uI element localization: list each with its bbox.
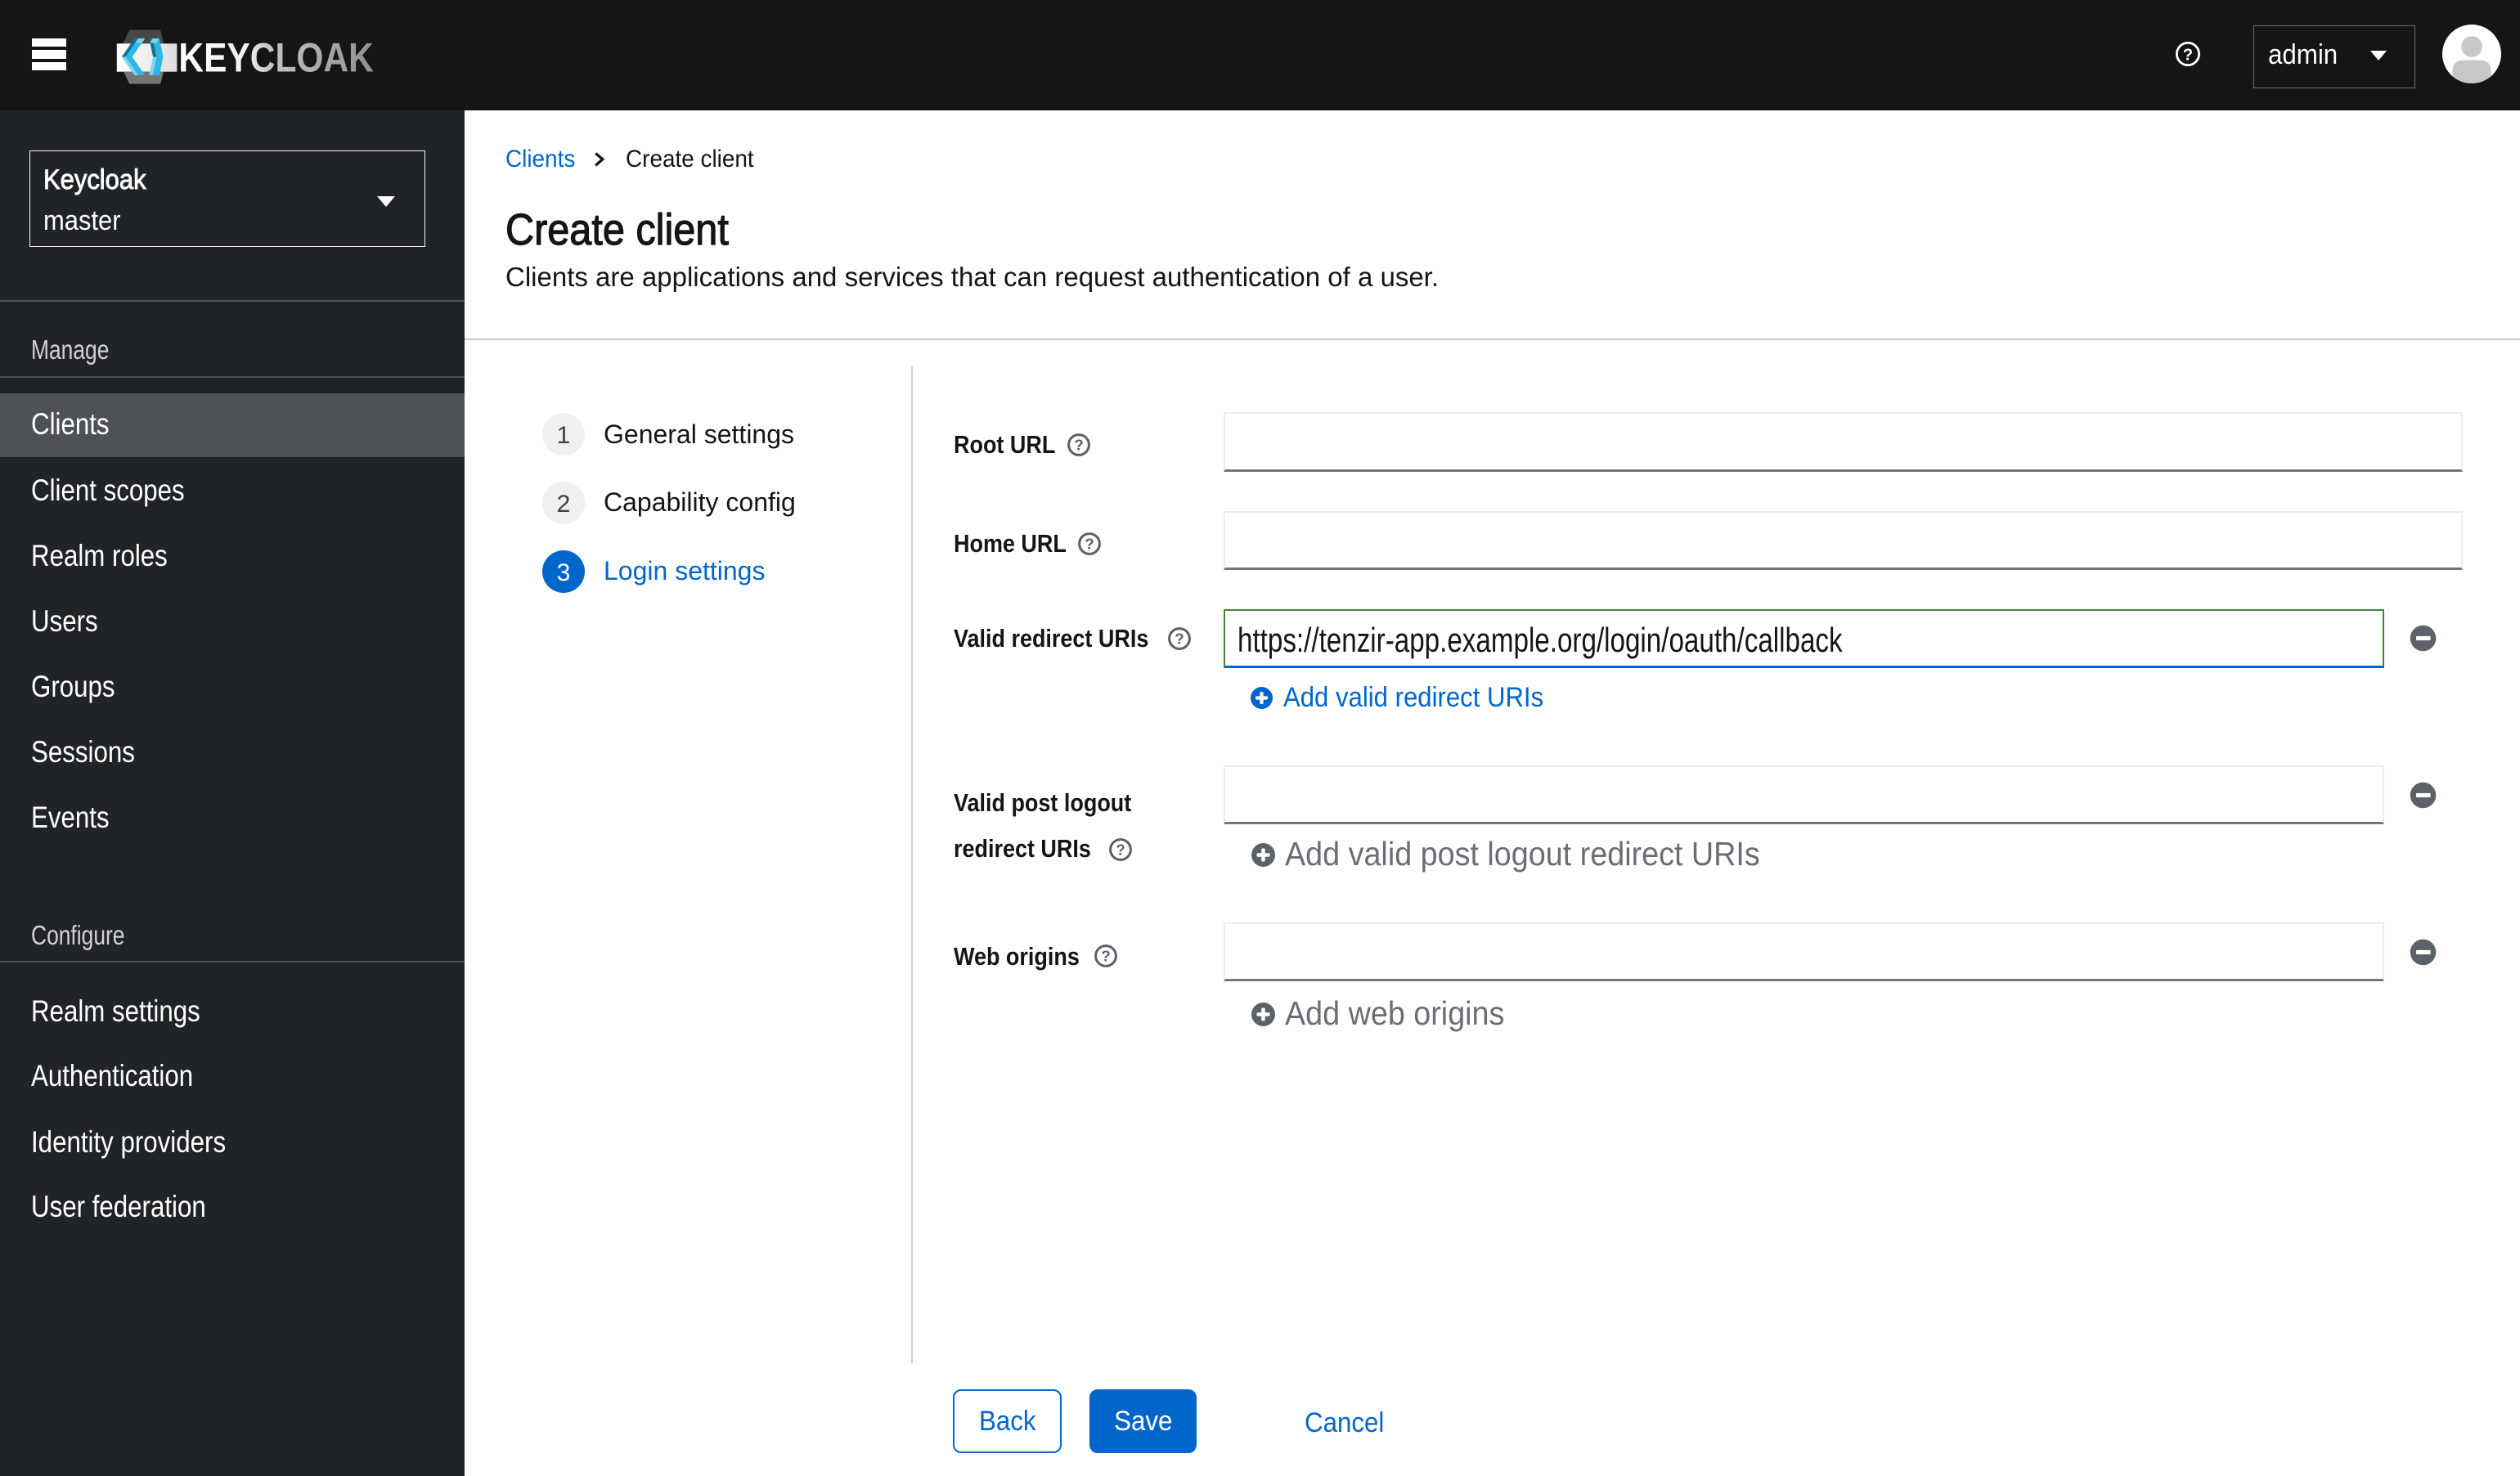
svg-text:?: ? — [1116, 841, 1125, 859]
svg-text:?: ? — [1074, 437, 1083, 454]
svg-text:KEYCLOAK: KEYCLOAK — [178, 34, 374, 80]
svg-text:?: ? — [1101, 948, 1110, 965]
svg-text:?: ? — [2183, 46, 2193, 64]
svg-text:?: ? — [1085, 535, 1094, 552]
svg-text:?: ? — [1175, 630, 1184, 648]
